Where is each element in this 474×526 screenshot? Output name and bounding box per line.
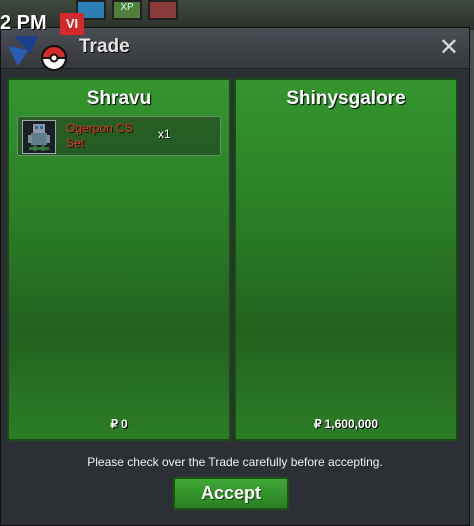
item-name: Ogerpon CS Set — [66, 121, 133, 150]
close-icon[interactable]: ✕ — [439, 33, 459, 62]
hud-tile-xp: XP — [112, 0, 142, 20]
trade-window: Trade ✕ Shravu Ogerpon CS Set x1 ₽ 0 Shi… — [0, 27, 470, 526]
game-clock: 2 PM — [0, 12, 47, 34]
player-name-partner: Shinysgalore — [286, 88, 406, 109]
player-emblem-icon — [8, 36, 68, 71]
outfit-item-icon — [22, 120, 56, 154]
hud-tile — [148, 0, 178, 20]
accept-button[interactable]: Accept — [173, 477, 289, 510]
player-name-self: Shravu — [86, 88, 152, 109]
item-quantity: x1 — [158, 127, 171, 141]
trade-notice: Please check over the Trade carefully be… — [87, 455, 383, 469]
money-amount-partner: 1,600,000 — [324, 417, 379, 431]
trade-item[interactable]: Ogerpon CS Set x1 — [17, 116, 221, 156]
money-offer-partner: ₽1,600,000 — [236, 417, 456, 431]
trade-panel-partner: Shinysgalore ₽1,600,000 — [234, 78, 458, 441]
money-amount-self: 0 — [120, 417, 128, 431]
channel-badge: VI — [60, 13, 84, 35]
money-offer-self: ₽0 — [9, 417, 229, 431]
pokedollar-icon: ₽ — [313, 417, 322, 431]
pokedollar-icon: ₽ — [110, 417, 118, 431]
trade-panel-self: Shravu Ogerpon CS Set x1 ₽0 — [7, 78, 231, 441]
window-title: Trade — [79, 36, 130, 57]
